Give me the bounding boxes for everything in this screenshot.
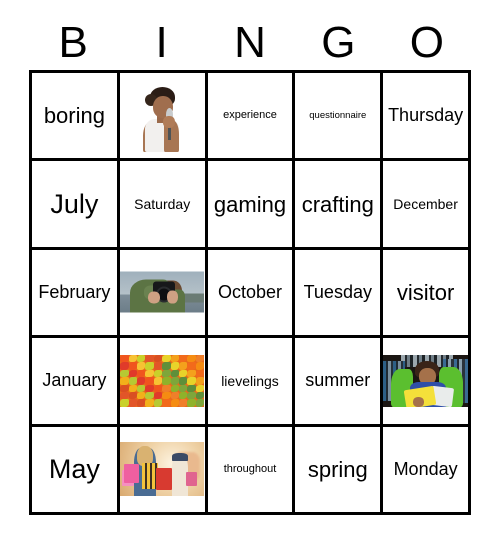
bingo-cell[interactable]: boring: [32, 73, 117, 159]
bingo-cell[interactable]: January: [32, 338, 117, 424]
library-photo: [383, 354, 468, 407]
bingo-cell[interactable]: spring: [295, 426, 381, 512]
bingo-header-letter-g: G: [321, 18, 356, 67]
bingo-cell-text: crafting: [301, 191, 374, 217]
bingo-header-letter-n: N: [234, 18, 266, 67]
bingo-cell-text: throughout: [223, 462, 277, 475]
bingo-header: BINGO: [29, 16, 471, 70]
bingo-cell[interactable]: December: [383, 161, 468, 247]
bingo-cell-text: Tuesday: [303, 282, 372, 303]
bingo-cell-text: spring: [307, 456, 368, 482]
bingo-cell-text: Monday: [393, 458, 458, 479]
bingo-cell[interactable]: Thursday: [383, 73, 468, 159]
bingo-cell[interactable]: [119, 249, 205, 336]
bingo-cell[interactable]: [119, 426, 205, 512]
bingo-cell[interactable]: Saturday: [119, 161, 205, 247]
bingo-cell[interactable]: gaming: [207, 161, 293, 247]
singer-photo: [131, 79, 194, 152]
bingo-cell[interactable]: July: [32, 161, 117, 247]
bingo-cell-text: July: [50, 188, 99, 219]
bingo-cell-text: December: [393, 195, 458, 212]
bingo-header-letter-b: B: [58, 18, 88, 67]
bingo-cell-text: Saturday: [134, 195, 191, 212]
bingo-cell-text: experience: [223, 108, 277, 121]
bingo-cell-text: visitor: [396, 279, 455, 305]
bingo-cell-text: Thursday: [388, 105, 464, 126]
bingo-cell[interactable]: questionnaire: [295, 73, 381, 159]
bingo-cell-text: lievelings: [221, 372, 279, 389]
bingo-cell[interactable]: lievelings: [207, 338, 293, 424]
bingo-cell[interactable]: October: [207, 249, 293, 336]
bingo-cell-text: January: [42, 370, 107, 391]
bingo-cell-text: gaming: [213, 191, 287, 217]
bingo-header-letter-o: O: [409, 18, 444, 67]
autumn-leaves-photo: [120, 354, 205, 407]
bingo-cell[interactable]: crafting: [295, 161, 381, 247]
bingo-cell[interactable]: visitor: [383, 249, 468, 336]
bingo-cell[interactable]: throughout: [207, 426, 293, 512]
bingo-cell[interactable]: February: [32, 249, 117, 336]
bingo-cell[interactable]: May: [32, 426, 117, 512]
camera-photo: [120, 271, 205, 313]
bingo-cell-text: questionnaire: [309, 109, 367, 121]
bingo-cell-text: May: [48, 454, 100, 485]
bingo-cell[interactable]: Tuesday: [295, 249, 381, 336]
bingo-cell[interactable]: [119, 338, 205, 424]
bingo-cell[interactable]: [383, 338, 468, 424]
bingo-cell[interactable]: summer: [295, 338, 381, 424]
bingo-grid: boring experience questionnaire Thursday Jul…: [29, 70, 471, 515]
bingo-cell-text: October: [217, 282, 282, 303]
bingo-cell-text: February: [38, 282, 111, 303]
bingo-header-letter-i: I: [155, 18, 168, 67]
shopping-photo: [120, 442, 205, 497]
bingo-cell-text: summer: [305, 370, 371, 391]
bingo-cell[interactable]: experience: [207, 73, 293, 159]
bingo-card: B I N G O boring experience questionnaire Thurs…: [0, 0, 501, 544]
bingo-cell-text: boring: [43, 103, 105, 129]
bingo-cell[interactable]: Monday: [383, 426, 468, 512]
bingo-cell[interactable]: [119, 73, 205, 159]
